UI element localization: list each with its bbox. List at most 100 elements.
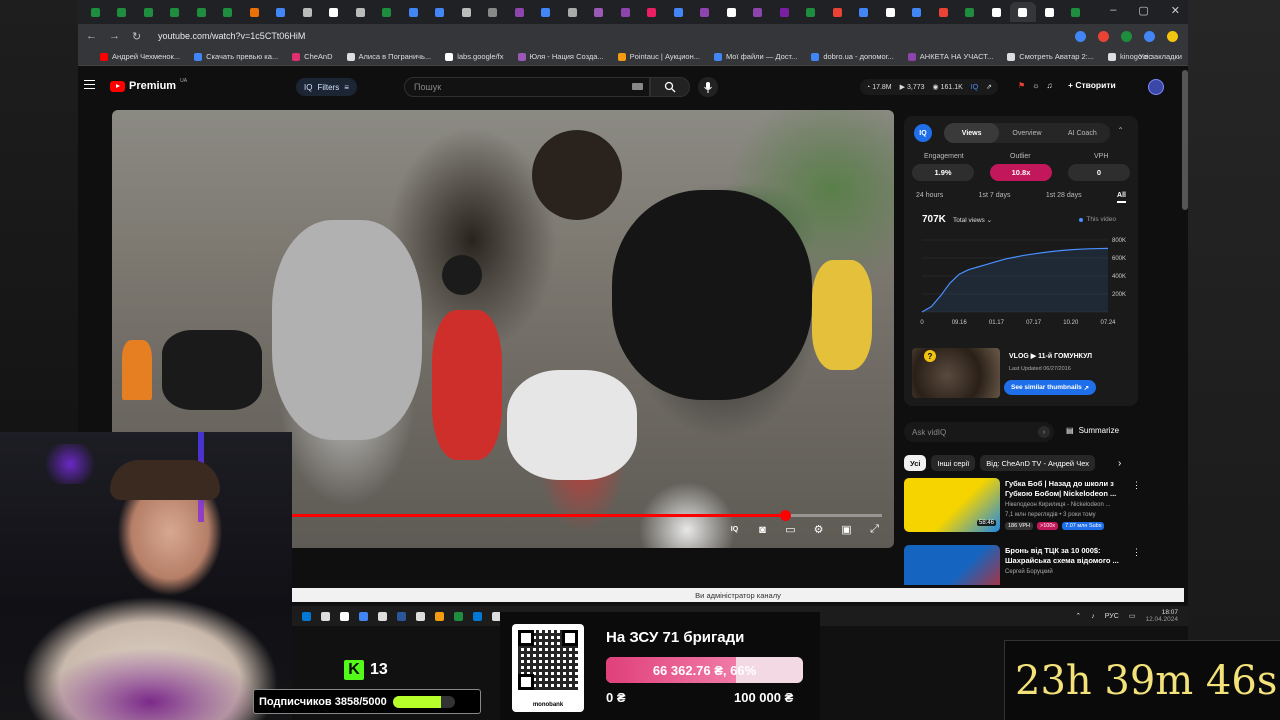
chevron-right-icon[interactable]: › (1038, 426, 1050, 438)
browser-tab[interactable] (506, 2, 533, 22)
browser-tab[interactable] (188, 2, 215, 22)
progress-scrubber[interactable] (779, 510, 791, 521)
browser-tab[interactable] (533, 2, 560, 22)
browser-tab[interactable] (321, 2, 348, 22)
back-icon[interactable]: ← (86, 30, 97, 42)
browser-tab[interactable] (135, 2, 162, 22)
browser-tab[interactable] (692, 2, 719, 22)
stop-icon[interactable]: ◙ (755, 522, 770, 537)
tab-ai-coach[interactable]: AI Coach (1055, 123, 1110, 143)
forward-icon[interactable]: → (109, 30, 120, 42)
browser-tab[interactable] (347, 2, 374, 22)
taskbar-app-icon[interactable] (397, 611, 406, 621)
extension-icon[interactable] (1075, 30, 1086, 42)
maximize-icon[interactable]: ▢ (1138, 4, 1148, 17)
browser-tab[interactable] (162, 2, 189, 22)
all-bookmarks-button[interactable]: Усі закладки (1139, 52, 1182, 61)
fullscreen-icon[interactable]: ⤢ (867, 522, 882, 537)
browser-tab[interactable] (639, 2, 666, 22)
chip-from-channel[interactable]: Від: CheAnD TV - Андрей Чех (980, 455, 1095, 471)
channel-name[interactable]: Нікелодеон Кирилиця - Nickelodeon ... (1005, 502, 1111, 508)
browser-tab[interactable] (215, 2, 242, 22)
browser-tab[interactable] (82, 2, 109, 22)
bookmark-item[interactable]: Мої файли — Дост... (713, 52, 797, 61)
theater-icon[interactable]: ▣ (839, 522, 854, 537)
browser-tab[interactable] (1036, 2, 1063, 22)
vidiq-icon[interactable]: IQ (727, 522, 742, 537)
list-item[interactable]: Бронь від ТЦК за 10 000$: Шахрайська схе… (904, 545, 1144, 585)
trend-icon[interactable]: ⇗ (986, 83, 992, 91)
taskbar-app-icon[interactable] (321, 611, 330, 621)
chip-all[interactable]: Усі (904, 455, 927, 471)
video-title[interactable]: Губка Боб | Назад до школи з Губкою Бобо… (1005, 479, 1127, 499)
browser-tab[interactable] (798, 2, 825, 22)
range-24h[interactable]: 24 hours (916, 192, 943, 203)
youtube-logo[interactable]: Premium UA (110, 78, 187, 92)
clock[interactable]: 18:07 12.04.2024 (1145, 609, 1178, 623)
bookmark-item[interactable]: Юля - Нация Созда... (517, 52, 604, 61)
chevron-up-icon[interactable]: ⌃ (1075, 612, 1081, 620)
profile-icon[interactable] (1167, 30, 1178, 42)
browser-tab[interactable] (294, 2, 321, 22)
bookmark-item[interactable]: Алиса в Пограничь... (346, 52, 431, 61)
more-vert-icon[interactable]: ⋮ (1132, 547, 1141, 558)
range-all[interactable]: All (1117, 192, 1126, 203)
list-item[interactable]: 58:46 Губка Боб | Назад до школи з Губко… (904, 478, 1144, 538)
taskbar-app-icon[interactable] (378, 611, 387, 621)
browser-tab[interactable] (665, 2, 692, 22)
bookmark-item[interactable]: CheAnD (292, 52, 333, 61)
browser-tab[interactable] (400, 2, 427, 22)
taskbar-app-icon[interactable] (302, 611, 311, 621)
subtitles-icon[interactable]: ▭ (783, 522, 798, 537)
browser-tab[interactable] (957, 2, 984, 22)
extension-icon[interactable] (1144, 30, 1155, 42)
menu-icon[interactable] (84, 80, 95, 89)
video-thumbnail[interactable] (904, 545, 1000, 585)
bookmark-item[interactable]: Андрей Чехменок... (100, 52, 180, 61)
alert-icon[interactable]: ⚑ (1018, 81, 1025, 90)
taskbar-app-icon[interactable] (416, 611, 425, 621)
browser-tab[interactable] (612, 2, 639, 22)
browser-tab[interactable] (851, 2, 878, 22)
search-button[interactable] (650, 77, 690, 97)
extension-icon[interactable] (1098, 30, 1109, 42)
taskbar-app-icon[interactable] (435, 611, 444, 621)
extension-icon[interactable] (1121, 30, 1132, 42)
page-scrollbar[interactable] (1182, 70, 1188, 210)
browser-tab[interactable] (109, 2, 136, 22)
taskbar-app-icon[interactable] (454, 611, 463, 621)
tab-views[interactable]: Views (944, 123, 1000, 143)
bookmark-item[interactable]: Скачать превью ка... (194, 52, 278, 61)
bookmark-item[interactable]: dobro.ua - допомог... (811, 52, 894, 61)
browser-tab[interactable] (771, 2, 798, 22)
browser-tab[interactable] (268, 2, 295, 22)
range-7d[interactable]: 1st 7 days (979, 192, 1011, 203)
browser-tab[interactable] (718, 2, 745, 22)
video-title[interactable]: Бронь від ТЦК за 10 000$: Шахрайська схе… (1005, 546, 1127, 566)
bookmark-item[interactable]: Pointauc | Аукцион... (617, 52, 700, 61)
vidiq-icon[interactable]: IQ (971, 84, 978, 91)
bookmark-item[interactable]: Смотреть Аватар 2:... (1007, 52, 1094, 61)
browser-tab[interactable] (1009, 2, 1036, 22)
chevron-up-icon[interactable]: ⌃ (1117, 126, 1124, 135)
search-input[interactable]: Пошук (404, 77, 650, 97)
tab-overview[interactable]: Overview (999, 123, 1054, 143)
browser-tab[interactable] (374, 2, 401, 22)
browser-tab[interactable] (877, 2, 904, 22)
chip-other-series[interactable]: Інші серії (931, 455, 976, 471)
microphone-button[interactable] (698, 77, 718, 97)
filters-button[interactable]: IQ Filters ≡ (296, 78, 357, 96)
taskbar-app-icon[interactable] (473, 611, 482, 621)
similar-thumbnails-button[interactable]: See similar thumbnails ↗ (1004, 380, 1097, 395)
browser-tab[interactable] (904, 2, 931, 22)
bell-icon[interactable]: ♫ (1047, 81, 1053, 90)
range-28d[interactable]: 1st 28 days (1046, 192, 1082, 203)
url-field[interactable]: youtube.com/watch?v=1c5CTt06HiM (158, 31, 305, 41)
browser-tab[interactable] (1063, 2, 1090, 22)
minimize-icon[interactable]: – (1110, 4, 1116, 17)
bulb-icon[interactable]: ☼ (1032, 81, 1039, 90)
keyboard-icon[interactable] (632, 83, 643, 90)
progress-bar[interactable] (292, 510, 882, 521)
views-metric-dropdown[interactable]: Total views ⌄ (953, 216, 992, 224)
browser-tab[interactable] (983, 2, 1010, 22)
